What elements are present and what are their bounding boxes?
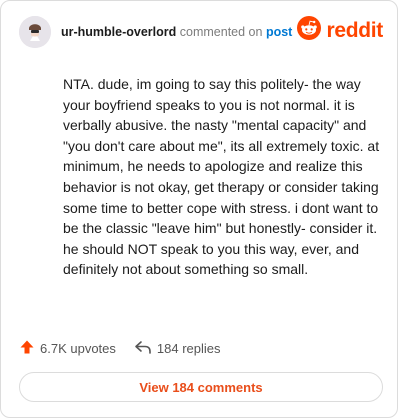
reddit-wordmark: reddit: [326, 18, 383, 42]
reply-button[interactable]: 184 replies: [134, 339, 221, 358]
comment-meta: ur-humble-overlord commented on post: [61, 25, 292, 39]
upvote-count: 6.7K upvotes: [40, 340, 116, 356]
reddit-brand[interactable]: reddit: [297, 16, 383, 45]
upvote-arrow-icon: [19, 339, 35, 358]
reply-arrow-icon: [134, 339, 152, 358]
comment-actions: 6.7K upvotes 184 replies: [19, 337, 221, 359]
user-avatar[interactable]: [19, 16, 51, 48]
post-link[interactable]: post: [266, 25, 292, 39]
username-link[interactable]: ur-humble-overlord: [61, 25, 176, 39]
upvote-button[interactable]: 6.7K upvotes: [19, 339, 116, 358]
reply-count: 184 replies: [156, 340, 221, 356]
view-comments-button[interactable]: View 184 comments: [19, 372, 383, 402]
comment-card: ur-humble-overlord commented on post red…: [0, 0, 398, 418]
comment-body: NTA. dude, im going to say this politely…: [63, 76, 380, 278]
reddit-snoo-icon: [297, 16, 322, 45]
comment-header: ur-humble-overlord commented on post red…: [19, 15, 383, 49]
commented-on-text: commented on: [179, 25, 263, 39]
